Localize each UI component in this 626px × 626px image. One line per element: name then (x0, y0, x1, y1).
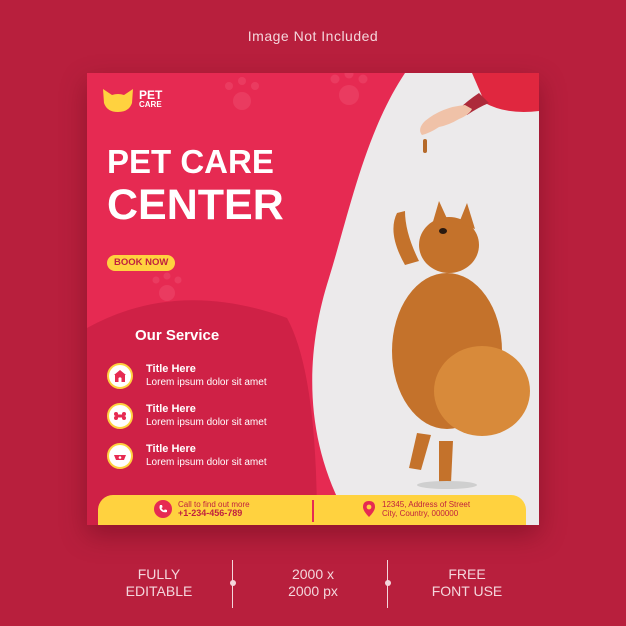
contact-bar: Call to find out more +1-234-456-789 123… (98, 495, 526, 525)
headline: PET CARE CENTER (107, 143, 284, 229)
feature-line1: FREE (448, 566, 486, 582)
feature-line2: 2000 px (288, 583, 338, 599)
dog-house-icon (107, 363, 133, 389)
feature-separator (384, 560, 391, 608)
address-contact: 12345, Address of Street City, Country, … (362, 500, 470, 518)
logo-text: PET CARE (139, 88, 163, 110)
logo-line1: PET (139, 88, 163, 102)
service-title: Our Service (135, 327, 220, 344)
service-item: Title Here Lorem ipsum dolor sit amet (107, 403, 267, 429)
address-line2: City, Country, 000000 (382, 509, 459, 518)
feature-line2: FONT USE (431, 583, 503, 599)
service-item: Title Here Lorem ipsum dolor sit amet (107, 443, 267, 469)
feature-line1: 2000 x (291, 566, 335, 582)
location-pin-icon (363, 501, 375, 517)
bone-icon (107, 403, 133, 429)
service-text: Title Here Lorem ipsum dolor sit amet (146, 363, 267, 389)
service-desc-text: Lorem ipsum dolor sit amet (146, 377, 267, 388)
service-title-text: Title Here (146, 403, 196, 415)
service-text: Title Here Lorem ipsum dolor sit amet (146, 443, 267, 469)
feature-editable: FULLY EDITABLE (84, 566, 234, 600)
feature-line1: FULLY (137, 566, 181, 582)
logo: PET CARE (101, 87, 162, 113)
phone-icon (154, 500, 172, 518)
service-item: Title Here Lorem ipsum dolor sit amet (107, 363, 267, 389)
service-title-text: Title Here (146, 363, 196, 375)
pet-bowl-icon (107, 443, 133, 469)
feature-font: FREE FONT USE (392, 566, 542, 600)
contact-divider (312, 500, 314, 522)
headline-line2: CENTER (107, 181, 284, 229)
headline-line1: PET CARE (107, 143, 274, 180)
phone-number[interactable]: +1-234-456-789 (178, 508, 242, 518)
logo-line2: CARE (139, 100, 162, 109)
service-text: Title Here Lorem ipsum dolor sit amet (146, 403, 267, 429)
cat-logo-icon (103, 89, 133, 112)
book-now-button[interactable]: BOOK NOW (107, 255, 176, 271)
top-note: Image Not Included (247, 28, 379, 44)
service-title-text: Title Here (146, 443, 196, 455)
address-line1: 12345, Address of Street (382, 500, 471, 509)
phone-contact: Call to find out more +1-234-456-789 (154, 500, 250, 518)
service-desc-text: Lorem ipsum dolor sit amet (146, 457, 267, 468)
feature-line2: EDITABLE (125, 583, 193, 599)
feature-separator (229, 560, 236, 608)
poster: PET CARE PET CARE CENTER BOOK NOW Our Se… (87, 73, 539, 525)
service-desc-text: Lorem ipsum dolor sit amet (146, 417, 267, 428)
feature-size: 2000 x 2000 px (238, 566, 388, 600)
